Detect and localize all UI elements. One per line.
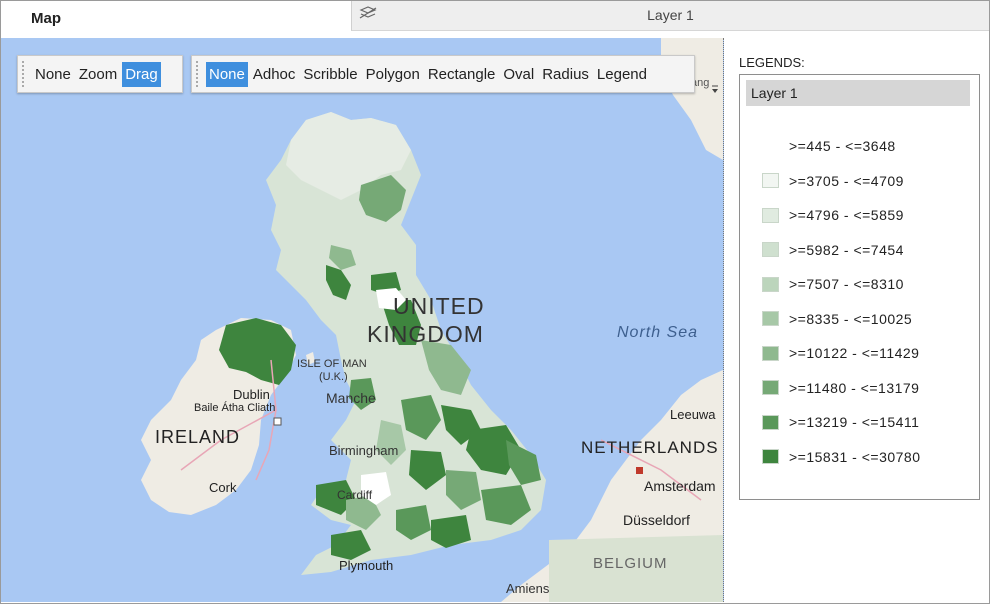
label-plymouth: Plymouth	[339, 558, 394, 573]
legend-swatch	[762, 345, 779, 361]
nav-none-button[interactable]: None	[32, 62, 74, 87]
legend-layer-header: Layer 1	[746, 80, 970, 106]
layer-title: Layer 1	[647, 7, 694, 23]
legend-label: >=3705 - <=4709	[789, 172, 904, 189]
legend-item: >=4796 - <=5859	[762, 205, 904, 225]
label-cork: Cork	[209, 480, 237, 495]
label-belgium: BELGIUM	[593, 555, 668, 572]
label-amiens: Amiens	[506, 581, 550, 596]
legend-title: LEGENDS:	[739, 55, 805, 70]
label-baile-atha-cliath: Baile Átha Cliath	[194, 402, 276, 414]
legend-item: >=13219 - <=15411	[762, 412, 919, 432]
legend-item: >=8335 - <=10025	[762, 309, 912, 329]
legend-item: >=7507 - <=8310	[762, 274, 904, 294]
select-radius-button[interactable]: Radius	[539, 62, 592, 87]
label-ireland: IRELAND	[155, 427, 241, 447]
navigation-toolbar: None Zoom Drag	[17, 55, 183, 93]
legend-swatch	[762, 138, 779, 154]
legend-swatch	[762, 207, 779, 223]
legend-label: >=5982 - <=7454	[789, 241, 904, 258]
legend-label: >=8335 - <=10025	[789, 310, 913, 327]
legend-label: >=4796 - <=5859	[789, 207, 904, 223]
label-north-sea: North Sea	[617, 324, 699, 341]
legend-label: >=10122 - <=11429	[789, 345, 920, 361]
legend-swatch	[762, 173, 779, 188]
legend-label: >=7507 - <=8310	[789, 276, 904, 292]
label-united: UNITED	[393, 293, 485, 319]
legend-label: >=13219 - <=15411	[789, 414, 920, 430]
label-dublin: Dublin	[233, 387, 270, 402]
basemap	[1, 38, 723, 602]
select-polygon-button[interactable]: Polygon	[363, 62, 423, 87]
select-none-button[interactable]: None	[206, 61, 248, 87]
legend-item: >=445 - <=3648	[762, 136, 896, 156]
legend-item: >=10122 - <=11429	[762, 343, 919, 363]
legend-panel: Layer 1 >=445 - <=3648 >=3705 - <=4709 >=4…	[739, 74, 980, 500]
legend-swatch	[762, 449, 779, 464]
select-adhoc-button[interactable]: Adhoc	[250, 62, 299, 87]
label-kingdom: KINGDOM	[367, 321, 484, 347]
toolbar-overflow-icon[interactable]	[710, 83, 720, 95]
label-birmingham: Birmingham	[329, 443, 399, 458]
label-isle-of-man-uk: (U.K.)	[319, 371, 348, 383]
label-isle-of-man: ISLE OF MAN	[297, 358, 367, 370]
map-tab-label: Map	[31, 10, 61, 27]
legend-label: >=445 - <=3648	[789, 138, 896, 154]
legend-swatch	[762, 414, 779, 430]
legend-item: >=15831 - <=30780	[762, 447, 921, 467]
nav-zoom-button[interactable]: Zoom	[76, 62, 120, 87]
selection-toolbar: None Adhoc Scribble Polygon Rectangle Ov…	[191, 55, 695, 93]
layer-header-bar: Layer 1	[351, 1, 989, 31]
nav-drag-button[interactable]: Drag	[122, 61, 161, 87]
label-cardiff: Cardiff	[337, 488, 373, 502]
label-amsterdam: Amsterdam	[644, 478, 716, 494]
legend-swatch	[762, 276, 779, 292]
label-manchester: Manche	[326, 390, 376, 406]
legend-item: >=3705 - <=4709	[762, 171, 904, 191]
legend-item: >=5982 - <=7454	[762, 240, 904, 260]
select-legend-button[interactable]: Legend	[594, 62, 650, 87]
select-oval-button[interactable]: Oval	[500, 62, 537, 87]
select-rectangle-button[interactable]: Rectangle	[425, 62, 499, 87]
legend-swatch	[762, 311, 779, 326]
legend-item: >=11480 - <=13179	[762, 378, 919, 398]
label-leeuwarden: Leeuwa	[670, 407, 716, 422]
toolbar-grip[interactable]	[196, 61, 201, 87]
toolbar-grip[interactable]	[22, 61, 27, 87]
legend-swatch	[762, 242, 779, 257]
legend-swatch	[762, 380, 779, 395]
map-canvas[interactable]: UNITED KINGDOM North Sea ISLE OF MAN (U.…	[1, 38, 724, 602]
legend-label: >=11480 - <=13179	[789, 379, 920, 396]
legend-label: >=15831 - <=30780	[789, 448, 921, 465]
select-scribble-button[interactable]: Scribble	[300, 62, 360, 87]
label-dusseldorf: Düsseldorf	[623, 512, 690, 528]
map-tab[interactable]: Map	[1, 1, 351, 36]
label-netherlands: NETHERLANDS	[581, 438, 719, 457]
